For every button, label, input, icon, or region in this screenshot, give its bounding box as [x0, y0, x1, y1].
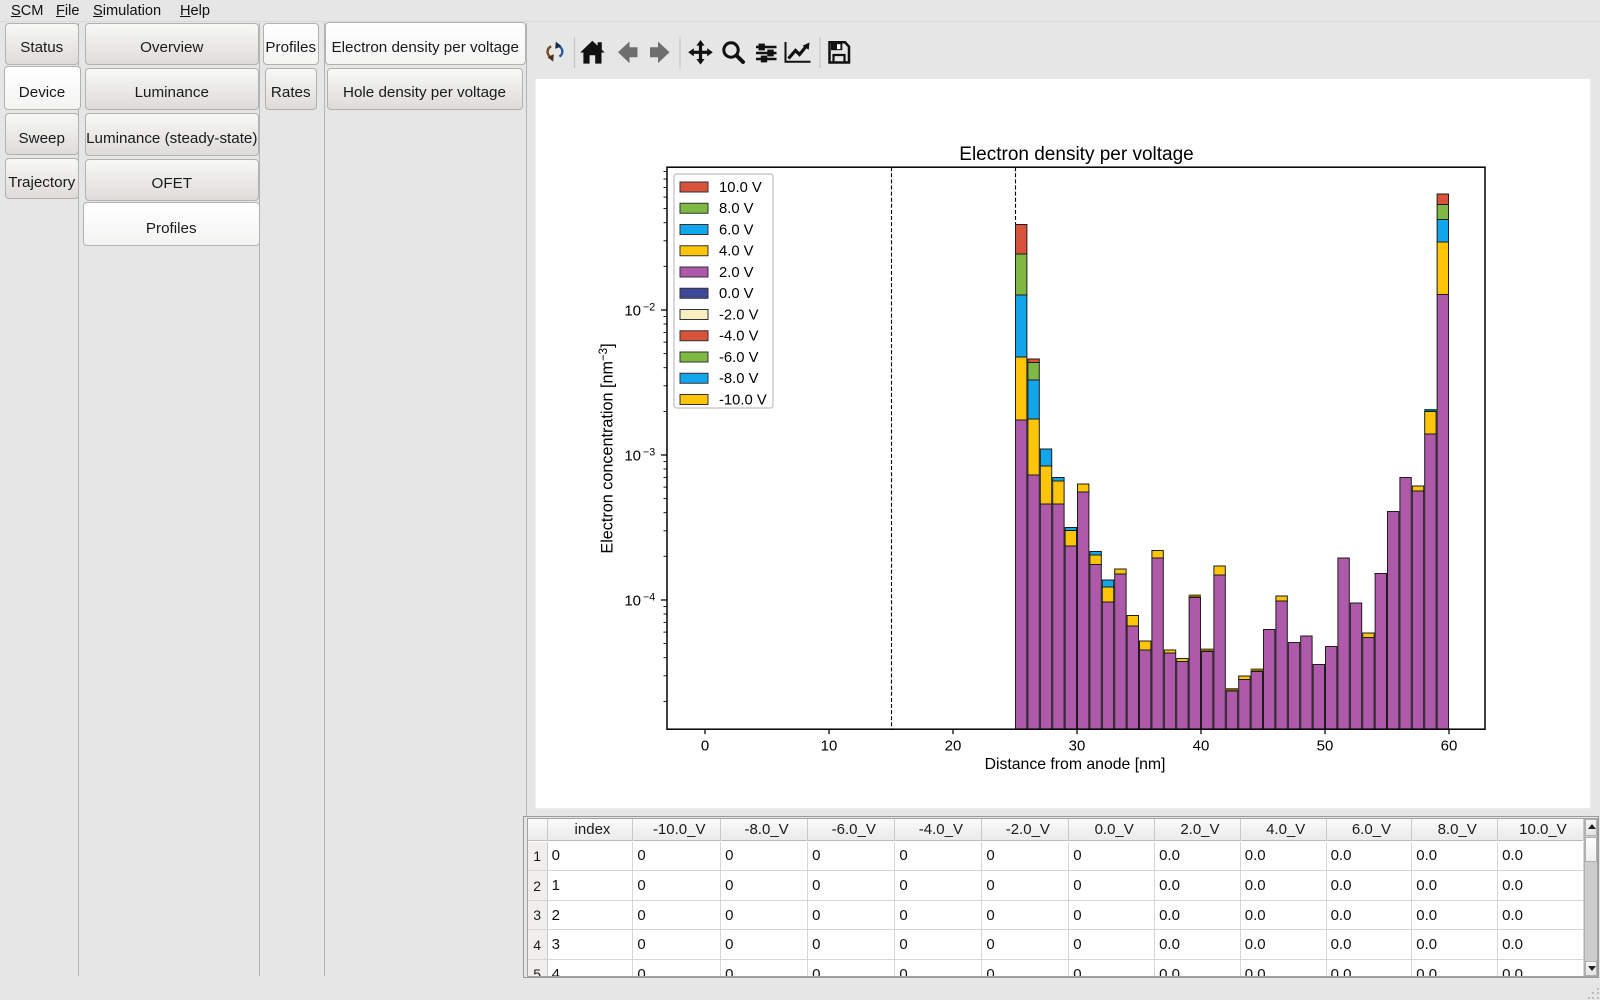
svg-text:6.0 V: 6.0 V — [719, 222, 754, 238]
svg-text:Electron density per voltage: Electron density per voltage — [959, 144, 1193, 165]
svg-text:-2.0 V: -2.0 V — [719, 307, 759, 323]
svg-text:30: 30 — [1069, 737, 1086, 754]
svg-text:-8.0 V: -8.0 V — [719, 371, 759, 387]
svg-text:20: 20 — [945, 737, 962, 754]
svg-text:−4: −4 — [643, 592, 655, 604]
svg-text:10: 10 — [624, 302, 641, 319]
svg-text:50: 50 — [1317, 737, 1334, 754]
svg-text:−2: −2 — [643, 302, 655, 314]
svg-text:10.0 V: 10.0 V — [719, 180, 762, 196]
svg-text:40: 40 — [1193, 737, 1210, 754]
svg-text:60: 60 — [1441, 737, 1458, 754]
svg-text:-10.0 V: -10.0 V — [719, 392, 767, 408]
svg-text:10: 10 — [821, 737, 838, 754]
svg-text:8.0 V: 8.0 V — [719, 201, 754, 217]
svg-text:0: 0 — [701, 737, 709, 754]
svg-text:2.0 V: 2.0 V — [719, 265, 754, 281]
svg-text:4.0 V: 4.0 V — [719, 244, 754, 260]
svg-text:-4.0 V: -4.0 V — [719, 329, 759, 345]
svg-text:10: 10 — [624, 447, 641, 464]
svg-text:-6.0 V: -6.0 V — [719, 350, 759, 366]
svg-text:Electron concentration [nm−3]: Electron concentration [nm−3] — [598, 343, 617, 553]
svg-text:Distance from anode [nm]: Distance from anode [nm] — [985, 756, 1166, 773]
svg-text:0.0 V: 0.0 V — [719, 286, 754, 302]
svg-text:−3: −3 — [643, 447, 655, 459]
svg-text:10: 10 — [624, 592, 641, 609]
